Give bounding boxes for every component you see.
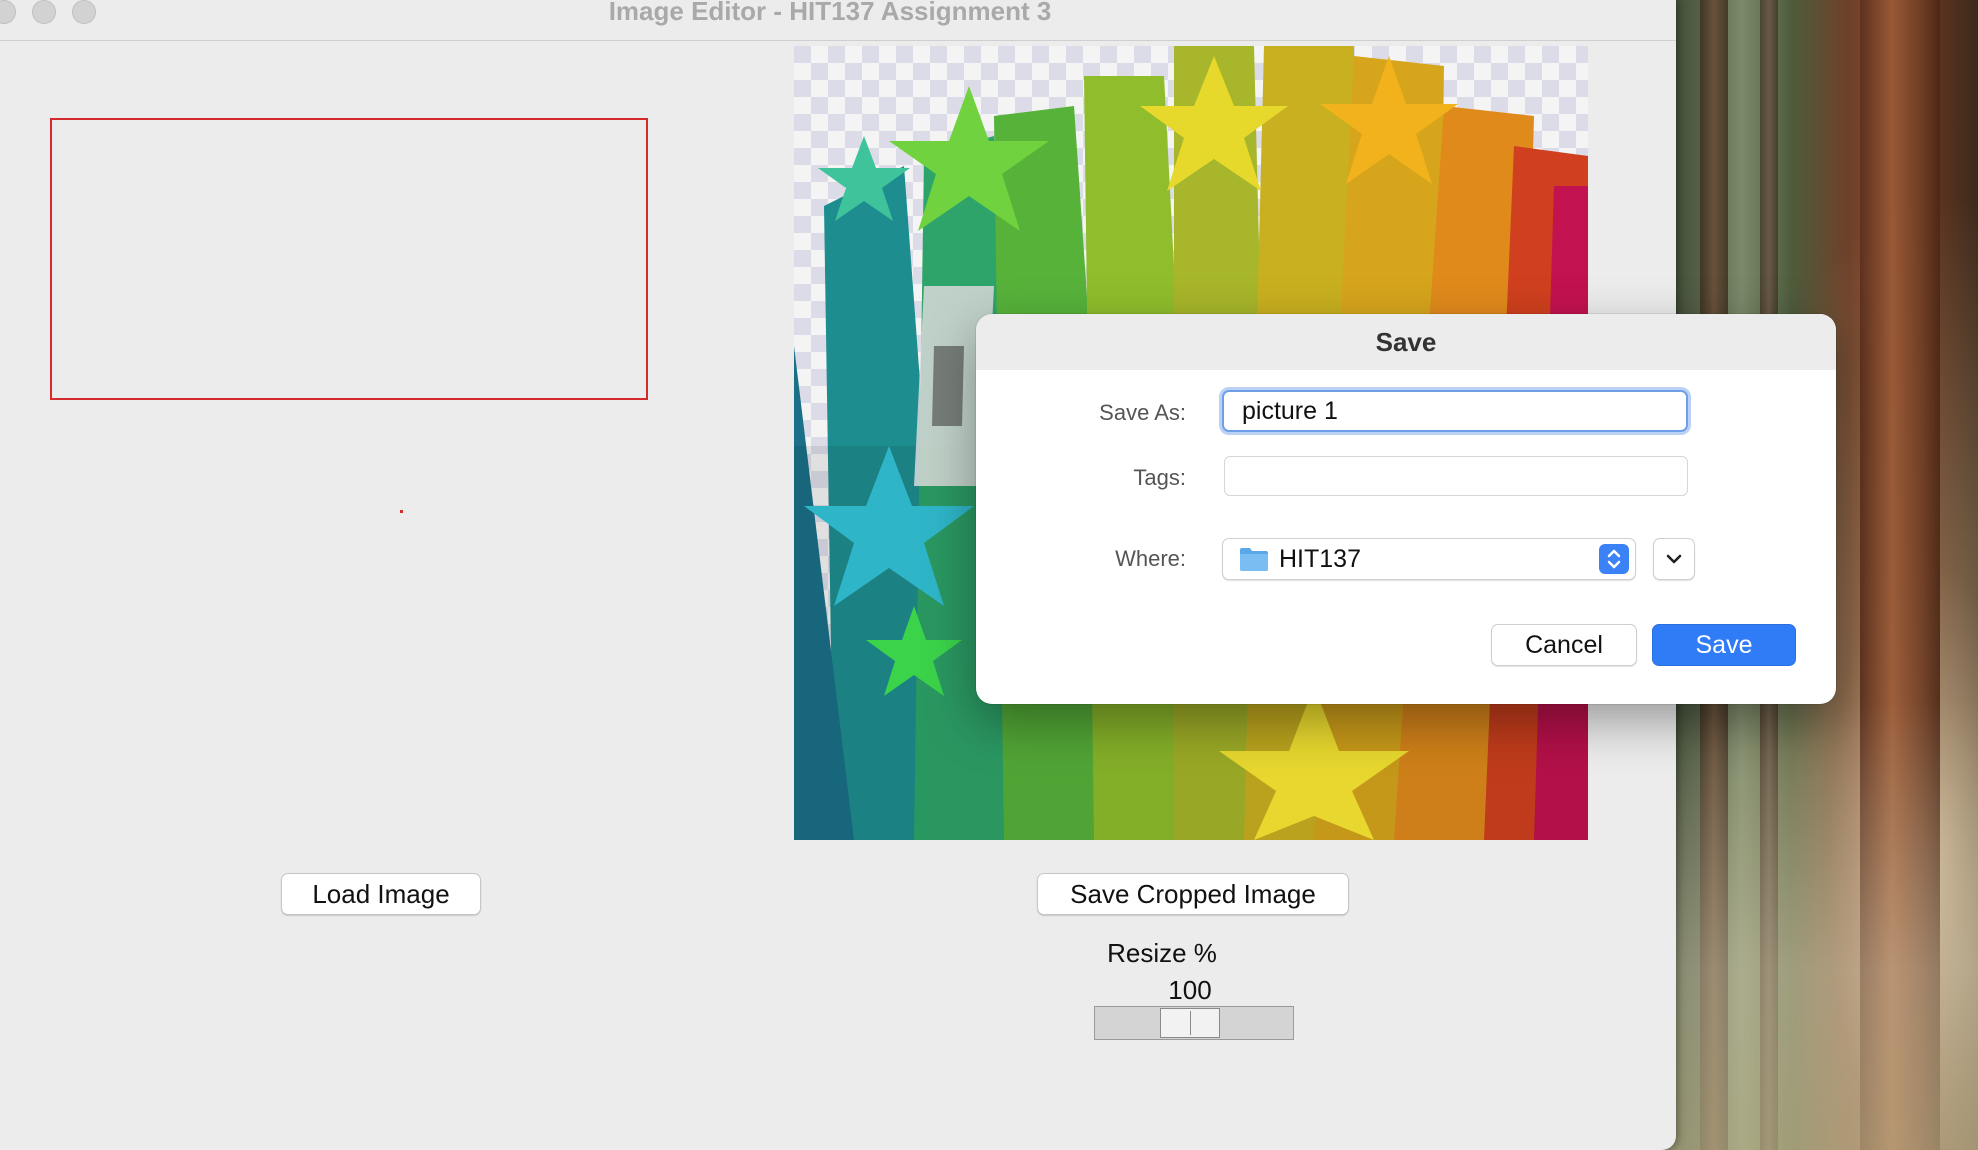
resize-value: 100 xyxy=(1168,975,1212,1005)
expand-dialog-button[interactable] xyxy=(1653,538,1695,580)
resize-label: Resize % xyxy=(1107,938,1217,968)
save-cropped-image-button[interactable]: Save Cropped Image xyxy=(1037,873,1349,915)
save-dialog: Save Save As: Tags: Where: HIT137 Cancel… xyxy=(976,314,1836,704)
up-down-chevron-icon[interactable] xyxy=(1599,544,1629,574)
where-value: HIT137 xyxy=(1279,544,1361,573)
where-location-select[interactable]: HIT137 xyxy=(1222,538,1636,580)
wallpaper-haze xyxy=(1640,700,1978,1150)
save-as-input[interactable] xyxy=(1222,390,1688,432)
where-label: Where: xyxy=(1115,546,1186,571)
tags-label: Tags: xyxy=(1133,465,1186,490)
save-button[interactable]: Save xyxy=(1652,624,1796,666)
save-as-label: Save As: xyxy=(1099,400,1186,425)
crop-selection-rectangle[interactable] xyxy=(50,118,648,400)
window-title: Image Editor - HIT137 Assignment 3 xyxy=(608,0,1052,26)
folder-icon xyxy=(1240,548,1268,571)
load-image-button[interactable]: Load Image xyxy=(281,873,481,915)
tags-input[interactable] xyxy=(1224,456,1688,496)
cancel-button[interactable]: Cancel xyxy=(1491,624,1637,666)
title-bar: Image Editor - HIT137 Assignment 3 xyxy=(0,0,1676,41)
dialog-title: Save xyxy=(976,314,1836,370)
crop-point-marker xyxy=(400,510,403,513)
chevron-down-icon xyxy=(1666,554,1682,564)
resize-slider-handle[interactable] xyxy=(1160,1008,1220,1038)
